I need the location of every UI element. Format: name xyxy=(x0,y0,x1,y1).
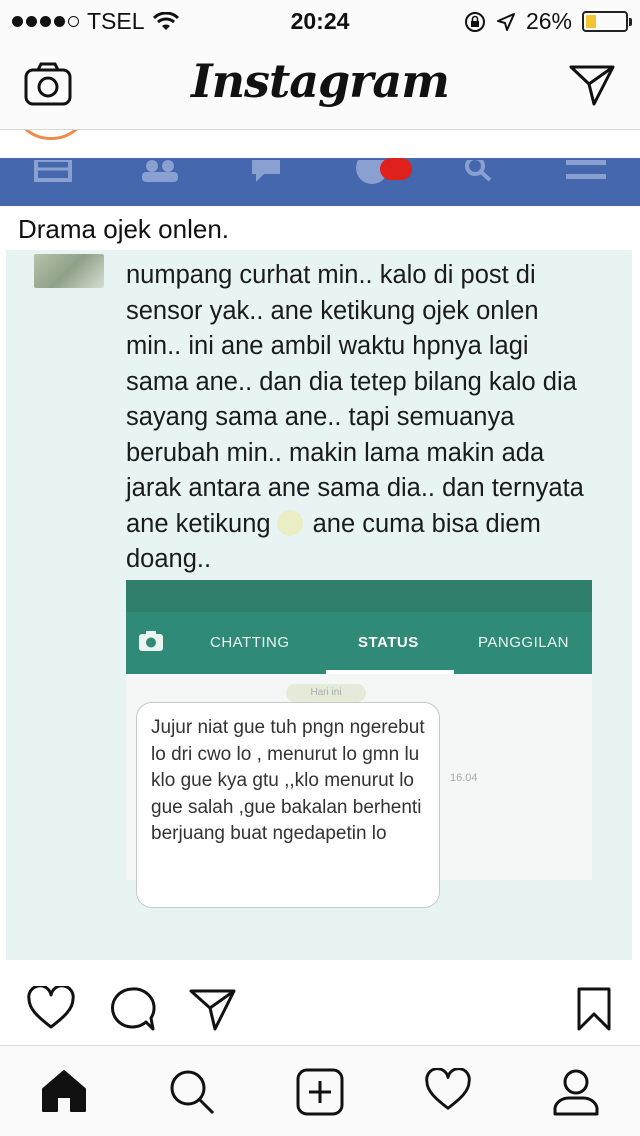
crying-emoji-icon xyxy=(276,509,303,536)
tab-panggilan: PANGGILAN xyxy=(478,634,569,651)
battery-icon xyxy=(582,11,632,32)
tab-status: STATUS xyxy=(358,634,419,651)
whatsapp-tabs: CHATTING STATUS PANGGILAN xyxy=(126,612,592,674)
app-title: Instagram xyxy=(191,54,450,108)
sender-thumbnail xyxy=(34,254,104,288)
battery-percent: 26% xyxy=(525,8,572,34)
messages-icon xyxy=(252,160,280,182)
app-header: Instagram xyxy=(0,40,640,130)
status-bar: TSEL 20:24 26% xyxy=(0,0,640,40)
location-arrow-icon xyxy=(496,12,515,31)
notification-badge xyxy=(380,158,412,180)
comment-icon[interactable] xyxy=(108,986,156,1032)
news-feed-icon xyxy=(34,160,72,182)
status-right: 26% xyxy=(464,8,632,35)
activity-heart-icon[interactable] xyxy=(424,1068,472,1112)
story-avatar-ring xyxy=(18,130,84,140)
home-icon[interactable] xyxy=(40,1068,88,1114)
add-post-icon[interactable] xyxy=(296,1068,344,1116)
bookmark-icon[interactable] xyxy=(576,986,612,1032)
camera-icon xyxy=(139,631,163,651)
facebook-nav-bar xyxy=(0,158,640,206)
profile-icon[interactable] xyxy=(552,1068,600,1116)
heart-icon[interactable] xyxy=(26,986,76,1030)
post-caption-title: Drama ojek onlen. xyxy=(18,214,229,244)
whatsapp-screenshot: CHATTING STATUS PANGGILAN Hari ini Jujur… xyxy=(126,580,592,908)
bottom-tab-bar xyxy=(0,1046,640,1136)
share-icon[interactable] xyxy=(188,986,238,1032)
search-icon xyxy=(465,160,492,182)
menu-icon xyxy=(566,160,606,179)
paper-plane-icon[interactable] xyxy=(568,62,616,106)
tab-chatting: CHATTING xyxy=(210,634,290,651)
battery-fill xyxy=(586,15,596,28)
chat-bubble: Jujur niat gue tuh pngn ngerebut lo dri … xyxy=(136,702,440,908)
chat-bubble-time: 16.04 xyxy=(450,772,478,784)
whatsapp-top-bar xyxy=(126,580,592,612)
active-tab-indicator xyxy=(326,670,454,674)
search-icon[interactable] xyxy=(168,1068,216,1116)
post-image[interactable]: Drama ojek onlen. numpang curhat min.. k… xyxy=(0,130,640,960)
friends-icon xyxy=(142,160,178,182)
post-actions xyxy=(0,960,640,1046)
message-text: numpang curhat min.. kalo di post di sen… xyxy=(126,258,596,578)
date-chip: Hari ini xyxy=(286,684,366,702)
rotation-lock-icon xyxy=(464,11,485,32)
message-body: numpang curhat min.. kalo di post di sen… xyxy=(126,261,584,538)
